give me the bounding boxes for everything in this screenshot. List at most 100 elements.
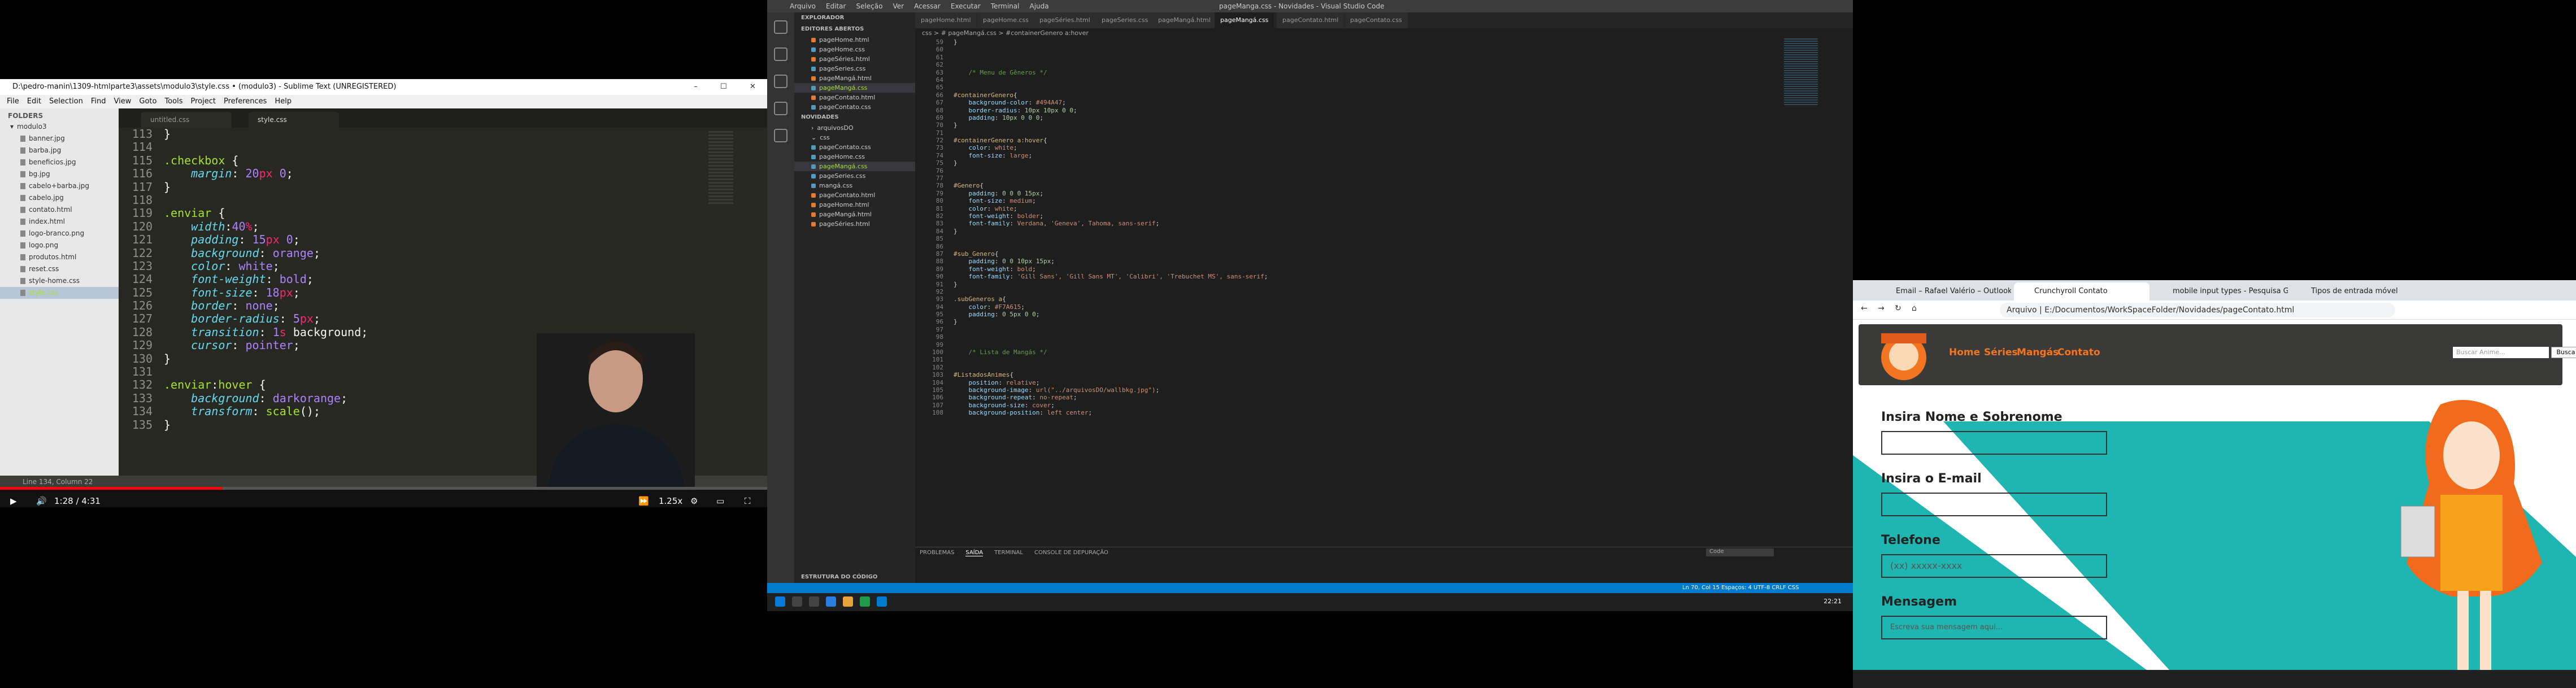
extensions-icon[interactable] — [774, 129, 787, 142]
address-bar[interactable]: Arquivo | E:/Documentos/WorkSpaceFolder/… — [2000, 303, 2395, 317]
project-header[interactable]: NOVIDADES — [794, 112, 915, 123]
vscode-minimap[interactable] — [1784, 38, 1818, 106]
output-channel-select[interactable]: Code — [1706, 548, 1774, 556]
menu-goto[interactable]: Goto — [139, 95, 156, 108]
project-file[interactable]: pageHome.css — [794, 152, 915, 162]
menu-arquivo[interactable]: Arquivo — [790, 0, 816, 12]
open-editor-item[interactable]: pageSeries.css — [794, 64, 915, 73]
file-item[interactable]: cabelo.jpg — [0, 192, 119, 204]
windows-start-icon[interactable] — [775, 596, 785, 607]
panel-tab-terminal[interactable]: TERMINAL — [994, 550, 1023, 556]
vscode-icon[interactable] — [877, 596, 887, 607]
breadcrumb[interactable]: css > # pageMangá.css > #containerGenero… — [915, 28, 1706, 38]
video-progress-bar[interactable] — [0, 487, 767, 490]
maximize-icon[interactable]: ☐ — [720, 79, 727, 95]
nav-contato[interactable]: Contato — [2057, 347, 2100, 358]
search-icon[interactable] — [792, 596, 802, 607]
tab-pageseries-css[interactable]: pageSeries.css — [1096, 12, 1155, 28]
project-file[interactable]: mangá.css — [794, 181, 915, 190]
tab-untitled[interactable]: untitled.css — [141, 112, 232, 128]
menu-terminal[interactable]: Terminal — [991, 0, 1020, 12]
tab-outlook[interactable]: Email – Rafael Valério – Outlook — [1876, 282, 2011, 301]
menu-view[interactable]: View — [114, 95, 132, 108]
file-item[interactable]: beneficios.jpg — [0, 156, 119, 168]
fullscreen-icon[interactable]: ⛶ — [745, 496, 751, 506]
project-folder[interactable]: › arquivosDO — [794, 123, 915, 133]
menu-selecao[interactable]: Seleção — [856, 0, 882, 12]
file-item[interactable]: banner.jpg — [0, 133, 119, 145]
file-explorer-icon[interactable] — [843, 596, 853, 607]
vscode-code-editor[interactable]: } /* Menu de Gêneros */ #containerGenero… — [954, 38, 1688, 547]
project-file-active[interactable]: pageMangá.css — [794, 162, 915, 171]
task-view-icon[interactable] — [809, 596, 819, 607]
project-file[interactable]: pageContato.html — [794, 190, 915, 200]
search-input[interactable]: Buscar Anime... — [2453, 347, 2549, 358]
tab-pagehome-css[interactable]: pageHome.css — [977, 12, 1035, 28]
file-item[interactable]: cabelo+barba.jpg — [0, 180, 119, 192]
tab-crunchyroll-contato[interactable]: Crunchyroll Contato — [2014, 282, 2149, 301]
tab-tipos-entrada[interactable]: Tipos de entrada móvel — [2291, 282, 2426, 301]
menu-selection[interactable]: Selection — [49, 95, 83, 108]
volume-icon[interactable]: 🔊 — [36, 496, 47, 506]
back-icon[interactable]: ← — [1861, 304, 1868, 313]
open-editor-item[interactable]: pageContato.css — [794, 102, 915, 112]
minimize-icon[interactable]: – — [694, 79, 698, 95]
nav-home[interactable]: Home — [1949, 347, 1980, 358]
file-item[interactable]: logo.png — [0, 240, 119, 251]
phone-input[interactable]: (xx) xxxxx-xxxx — [1881, 554, 2107, 578]
message-textarea[interactable]: Escreva sua mensagem aqui... — [1881, 616, 2107, 639]
open-editors-header[interactable]: EDITORES ABERTOS — [794, 24, 915, 35]
file-item[interactable]: produtos.html — [0, 251, 119, 263]
name-input[interactable] — [1881, 431, 2107, 455]
project-folder[interactable]: ⌄ css — [794, 133, 915, 142]
file-item[interactable]: bg.jpg — [0, 168, 119, 180]
open-editor-item[interactable]: pageSéries.html — [794, 54, 915, 64]
file-item[interactable]: reset.css — [0, 263, 119, 275]
file-item[interactable]: contato.html — [0, 204, 119, 216]
open-editor-item[interactable]: pageContato.html — [794, 93, 915, 102]
panel-tab-output[interactable]: SAÍDA — [965, 550, 984, 556]
open-editor-item[interactable]: pageHome.css — [794, 45, 915, 54]
forward-icon[interactable]: → — [1878, 304, 1885, 313]
playback-speed[interactable]: 1.25x — [659, 496, 682, 506]
close-icon[interactable]: ✕ — [750, 79, 756, 95]
file-item[interactable]: style-home.css — [0, 275, 119, 287]
project-file[interactable]: pageSéries.html — [794, 219, 915, 229]
menu-edit[interactable]: Edit — [27, 95, 41, 108]
search-button[interactable]: Busca — [2551, 347, 2576, 358]
outline-header[interactable]: ESTRUTURA DO CÓDIGO — [794, 572, 877, 583]
tab-search-mobile-input[interactable]: mobile input types - Pesquisa G... — [2152, 282, 2288, 301]
menu-project[interactable]: Project — [190, 95, 215, 108]
tab-pagemanga-html[interactable]: pageMangá.html — [1152, 12, 1217, 28]
miniplayer-icon[interactable]: ▭ — [716, 496, 724, 506]
menu-preferences[interactable]: Preferences — [224, 95, 267, 108]
menu-file[interactable]: File — [7, 95, 19, 108]
project-file[interactable]: pageHome.html — [794, 200, 915, 210]
file-item[interactable]: logo-branco.png — [0, 228, 119, 240]
project-file[interactable]: pageContato.css — [794, 142, 915, 152]
chrome-icon[interactable] — [860, 596, 870, 607]
home-icon[interactable]: ⌂ — [1912, 304, 1917, 313]
tab-pagecontato-css[interactable]: pageContato.css — [1344, 12, 1408, 28]
source-control-icon[interactable] — [774, 75, 787, 88]
folder-modulo3[interactable]: ▾ modulo3 — [0, 121, 119, 133]
settings-icon[interactable]: ⚙ — [690, 496, 698, 506]
nav-mangas[interactable]: Mangás — [2017, 347, 2059, 358]
menu-ajuda[interactable]: Ajuda — [1029, 0, 1048, 12]
file-item[interactable]: index.html — [0, 216, 119, 228]
menu-help[interactable]: Help — [275, 95, 291, 108]
skip-icon[interactable]: ⏩ — [638, 496, 649, 506]
menu-tools[interactable]: Tools — [164, 95, 182, 108]
open-editor-item[interactable]: pageHome.html — [794, 35, 915, 45]
open-editor-item[interactable]: pageMangá.html — [794, 73, 915, 83]
file-item-selected[interactable]: style.css — [0, 287, 119, 299]
email-input[interactable] — [1881, 493, 2107, 516]
tab-pageseries-html[interactable]: pageSéries.html — [1034, 12, 1096, 28]
project-file[interactable]: pageSeries.css — [794, 171, 915, 181]
menu-editar[interactable]: Editar — [826, 0, 846, 12]
menu-find[interactable]: Find — [91, 95, 106, 108]
tab-style-css[interactable]: style.css — [249, 112, 339, 128]
project-file[interactable]: pageMangá.html — [794, 210, 915, 219]
explorer-icon[interactable] — [774, 20, 787, 34]
minimap[interactable] — [708, 131, 733, 204]
